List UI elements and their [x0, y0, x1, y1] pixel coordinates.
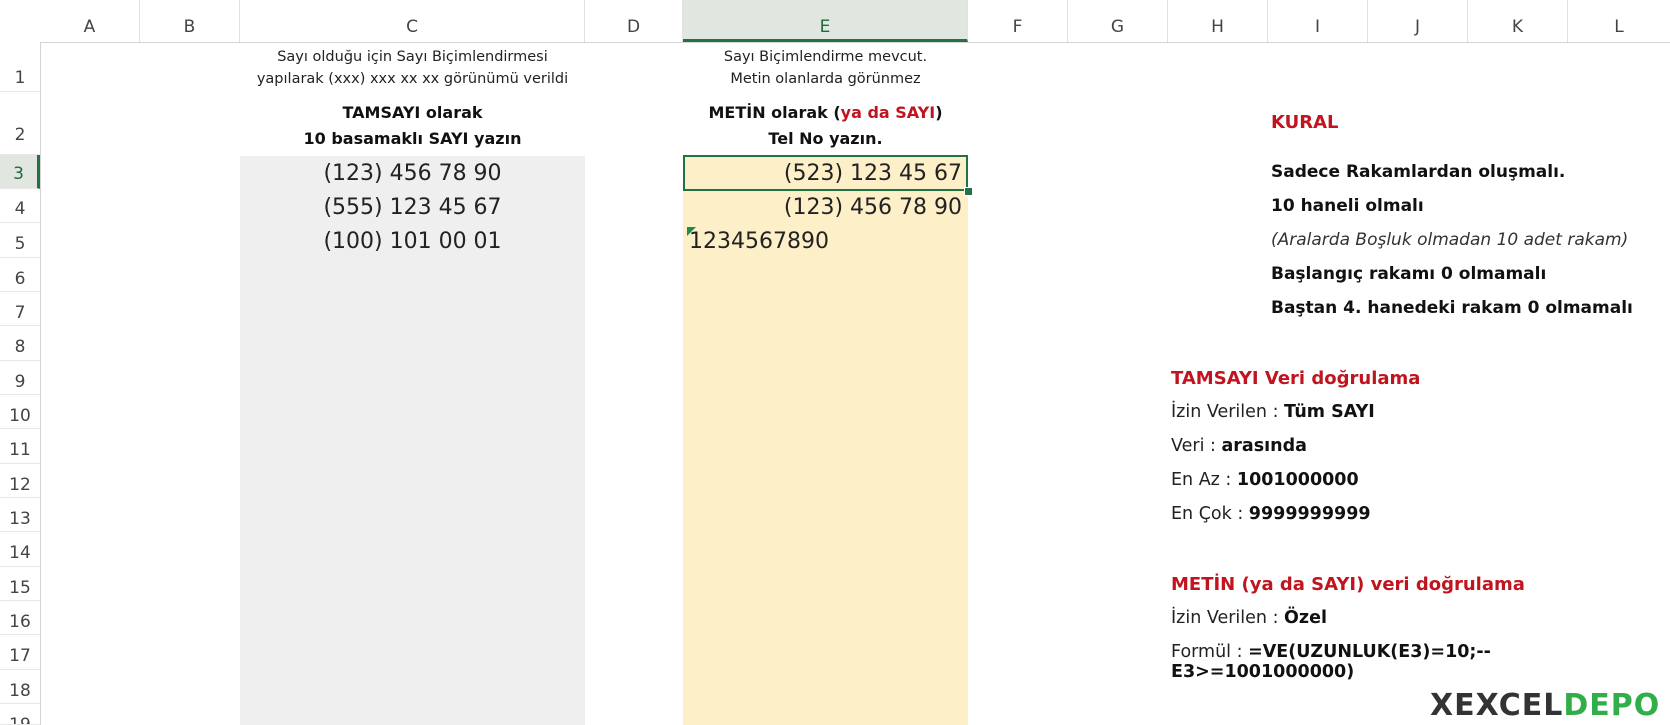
- cell-e3-value[interactable]: (523) 123 45 67: [683, 157, 962, 191]
- integer-min-value: 1001000000: [1236, 470, 1359, 490]
- column-header-h[interactable]: H: [1168, 0, 1268, 42]
- text-validation-formula[interactable]: Formül : =VE(UZUNLUK(E3)=10;--E3>=100100…: [1171, 642, 1670, 682]
- integer-validation-min[interactable]: En Az : 1001000000: [1171, 470, 1359, 490]
- rule-item-5[interactable]: Baştan 4. hanedeki rakam 0 olmamalı: [1271, 298, 1633, 318]
- text-allow-value: Özel: [1284, 608, 1327, 628]
- cell-c5[interactable]: (100) 101 00 01: [240, 225, 585, 259]
- integer-validation-allow[interactable]: İzin Verilen : Tüm SAYI: [1171, 402, 1375, 422]
- column-header-j[interactable]: J: [1368, 0, 1468, 42]
- column-header-b[interactable]: B: [140, 0, 240, 42]
- row-header-10[interactable]: 10: [0, 395, 40, 429]
- col-e-note-line1: Sayı Biçimlendirme mevcut.: [723, 49, 928, 65]
- row-header-8[interactable]: 8: [0, 326, 40, 361]
- col-e-heading-pre: METİN olarak (: [708, 103, 841, 122]
- row-header-4[interactable]: 4: [0, 189, 40, 223]
- col-c-note-line2: yapılarak (xxx) xxx xx xx görünümü veril…: [256, 71, 569, 87]
- row-header-18[interactable]: 18: [0, 670, 40, 704]
- column-header-bar: A B C D E F G H I J K L: [0, 0, 1670, 43]
- column-header-f[interactable]: F: [968, 0, 1068, 42]
- row-header-15[interactable]: 15: [0, 567, 40, 601]
- col-e-note-line2: Metin olanlarda görünmez: [730, 71, 921, 87]
- col-e-heading[interactable]: METİN olarak (ya da SAYI) Tel No yazın.: [683, 100, 968, 152]
- rules-title[interactable]: KURAL: [1271, 112, 1339, 133]
- text-validation-allow[interactable]: İzin Verilen : Özel: [1171, 608, 1327, 628]
- column-header-g[interactable]: G: [1068, 0, 1168, 42]
- col-e-heading-post: ): [935, 103, 943, 122]
- cell-e5[interactable]: 1234567890: [689, 225, 959, 259]
- row-header-11[interactable]: 11: [0, 429, 40, 464]
- excel-depo-logo: XEXCELDEPO: [1430, 688, 1660, 723]
- integer-max-label: En Çok :: [1171, 504, 1249, 524]
- cell-c3[interactable]: (123) 456 78 90: [240, 157, 585, 191]
- col-c-heading-line1: TAMSAYI olarak: [342, 103, 483, 122]
- col-c-note-line1: Sayı olduğu için Sayı Biçimlendirmesi: [277, 49, 548, 65]
- row-header-3[interactable]: 3: [0, 155, 40, 189]
- text-formula-label: Formül :: [1171, 642, 1249, 662]
- col-c-heading-line2: 10 basamaklı SAYI yazın: [303, 129, 522, 148]
- col-e-heading-line2: Tel No yazın.: [768, 129, 883, 148]
- rule-item-4[interactable]: Başlangıç rakamı 0 olmamalı: [1271, 264, 1546, 284]
- integer-allow-label: İzin Verilen :: [1171, 402, 1285, 422]
- col-e-heading-line1: METİN olarak (ya da SAYI): [683, 100, 968, 126]
- row-header-12[interactable]: 12: [0, 464, 40, 498]
- col-c-note[interactable]: Sayı olduğu için Sayı Biçimlendirmesi ya…: [240, 46, 585, 90]
- text-allow-label: İzin Verilen :: [1171, 608, 1285, 628]
- row-header-16[interactable]: 16: [0, 601, 40, 635]
- row-header-1[interactable]: 1: [0, 42, 40, 92]
- column-header-k[interactable]: K: [1468, 0, 1568, 42]
- row-header-5[interactable]: 5: [0, 223, 40, 258]
- col-e-note[interactable]: Sayı Biçimlendirme mevcut. Metin olanlar…: [683, 46, 968, 90]
- row-header-19[interactable]: 19: [0, 704, 40, 725]
- integer-validation-title[interactable]: TAMSAYI Veri doğrulama: [1171, 368, 1420, 389]
- row-header-13[interactable]: 13: [0, 498, 40, 532]
- integer-validation-max[interactable]: En Çok : 9999999999: [1171, 504, 1371, 524]
- rule-item-1[interactable]: Sadece Rakamlardan oluşmalı.: [1271, 162, 1565, 182]
- row-header-9[interactable]: 9: [0, 361, 40, 395]
- cell-e4[interactable]: (123) 456 78 90: [683, 191, 962, 225]
- column-header-d[interactable]: D: [585, 0, 683, 42]
- fill-handle[interactable]: [964, 187, 973, 196]
- text-number-warning-icon[interactable]: [687, 227, 696, 236]
- row-header-6[interactable]: 6: [0, 258, 40, 292]
- integer-max-value: 9999999999: [1248, 504, 1371, 524]
- integer-data-label: Veri :: [1171, 436, 1222, 456]
- col-c-heading[interactable]: TAMSAYI olarak 10 basamaklı SAYI yazın: [240, 100, 585, 152]
- column-header-l[interactable]: L: [1568, 0, 1670, 42]
- column-header-e[interactable]: E: [683, 0, 968, 42]
- integer-min-label: En Az :: [1171, 470, 1237, 490]
- column-header-i[interactable]: I: [1268, 0, 1368, 42]
- row-header-14[interactable]: 14: [0, 532, 40, 567]
- logo-excel: EXCEL: [1454, 688, 1564, 723]
- integer-allow-value: Tüm SAYI: [1284, 402, 1375, 422]
- logo-depo: DEPO: [1563, 688, 1661, 723]
- column-header-c[interactable]: C: [240, 0, 585, 42]
- row-header-7[interactable]: 7: [0, 292, 40, 326]
- rule-item-3[interactable]: (Aralarda Boşluk olmadan 10 adet rakam): [1271, 230, 1628, 250]
- col-e-heading-red: ya da SAYI: [840, 103, 936, 122]
- integer-data-value: arasında: [1221, 436, 1307, 456]
- row-header-17[interactable]: 17: [0, 635, 40, 670]
- rule-item-2[interactable]: 10 haneli olmalı: [1271, 196, 1424, 216]
- row-header-2[interactable]: 2: [0, 92, 40, 155]
- cell-c4[interactable]: (555) 123 45 67: [240, 191, 585, 225]
- row-header-bar: 1 2 3 4 5 6 7 8 9 10 11 12 13 14 15 16 1…: [0, 42, 41, 725]
- logo-x: X: [1430, 688, 1455, 723]
- column-header-a[interactable]: A: [40, 0, 140, 42]
- text-validation-title[interactable]: METİN (ya da SAYI) veri doğrulama: [1171, 574, 1525, 595]
- integer-validation-data[interactable]: Veri : arasında: [1171, 436, 1307, 456]
